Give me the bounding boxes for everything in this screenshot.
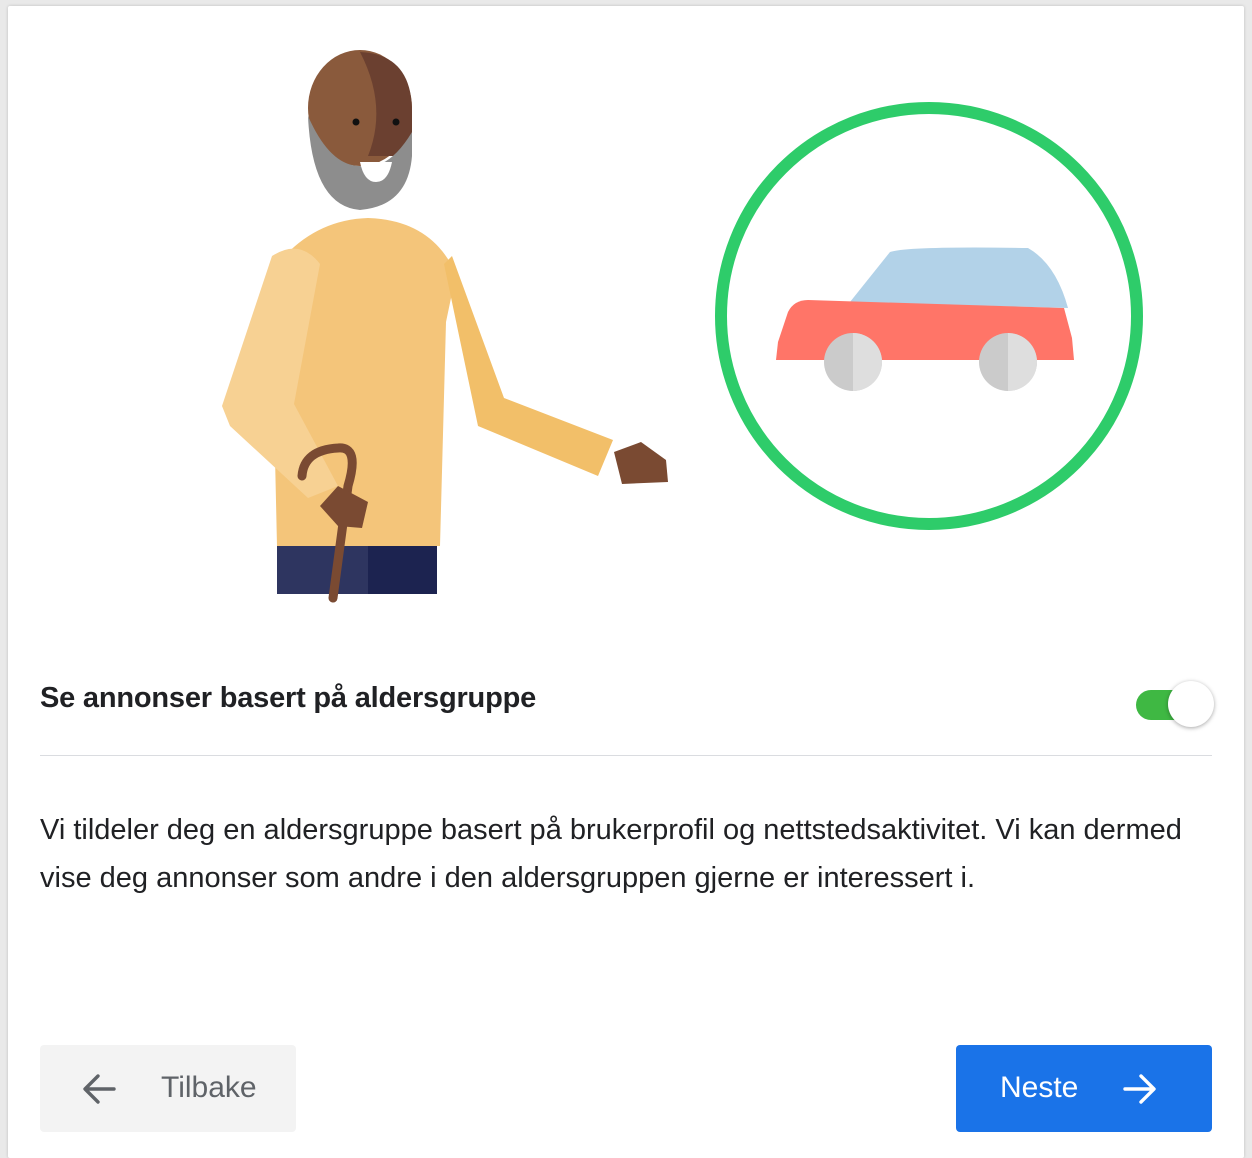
age-group-setting-row: Se annonser basert på aldersgruppe [40, 668, 1214, 732]
next-button[interactable]: Neste [956, 1045, 1212, 1132]
illustration [8, 6, 1244, 626]
dialog-card: Se annonser basert på aldersgruppe Vi ti… [8, 6, 1244, 1158]
next-button-label: Neste [1000, 1071, 1079, 1104]
elderly-man-car-illustration [222, 50, 1143, 603]
back-button-label: Tilbake [161, 1071, 257, 1104]
arrow-right-icon [1121, 1070, 1159, 1108]
description-text: Vi tildeler deg en aldersgruppe basert p… [40, 814, 1182, 894]
arrow-left-icon [80, 1070, 118, 1108]
toggle-knob [1168, 681, 1214, 727]
divider [40, 755, 1212, 756]
back-button[interactable]: Tilbake [40, 1045, 296, 1132]
person-figure [222, 50, 668, 603]
car-icon [776, 247, 1074, 391]
age-group-toggle[interactable] [1136, 674, 1220, 730]
setting-title: Se annonser basert på aldersgruppe [40, 682, 537, 714]
